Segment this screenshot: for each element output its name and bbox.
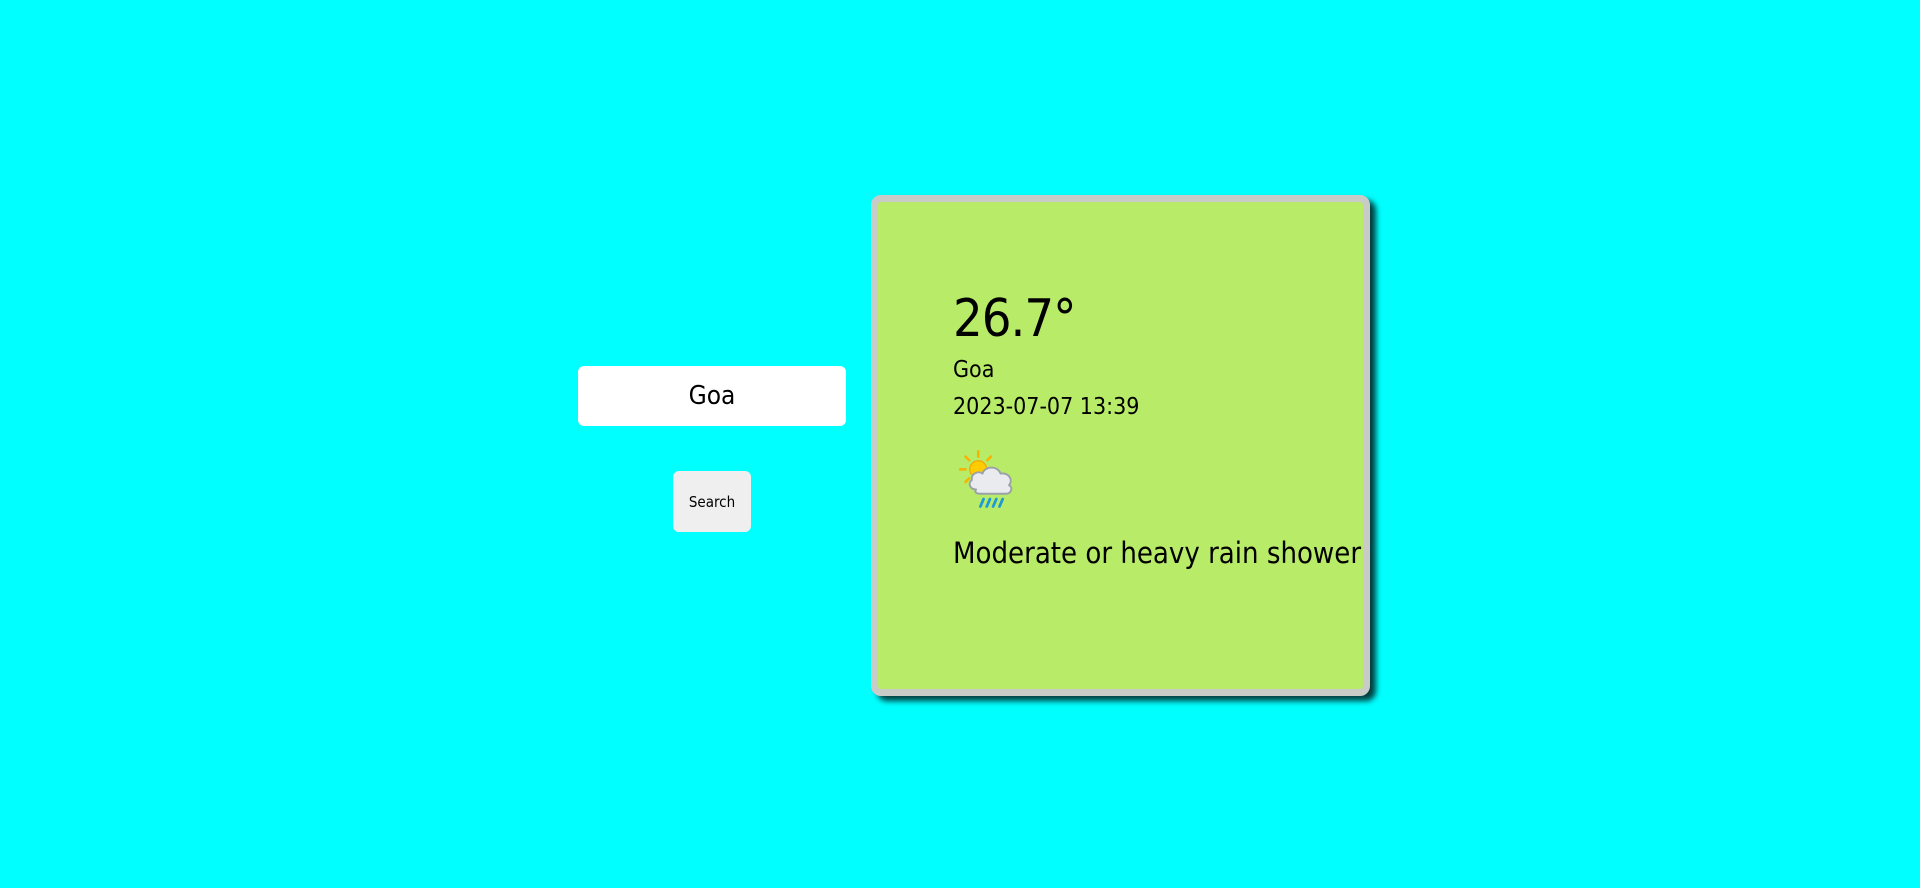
- temperature-value: 26.7°: [953, 289, 1077, 349]
- weather-card: 26.7° Goa 2023-07-07 13:39 Moderate or h…: [871, 195, 1370, 696]
- local-datetime: 2023-07-07 13:39: [953, 394, 1140, 420]
- city-name: Goa: [953, 357, 995, 383]
- weather-condition: Moderate or heavy rain shower: [953, 536, 1362, 570]
- city-search-input[interactable]: [578, 366, 846, 426]
- sun-cloud-rain-icon: [958, 449, 1013, 508]
- search-button[interactable]: Search: [673, 471, 751, 532]
- weather-app-page: { "search": { "value": "Goa", "button_la…: [0, 0, 1920, 888]
